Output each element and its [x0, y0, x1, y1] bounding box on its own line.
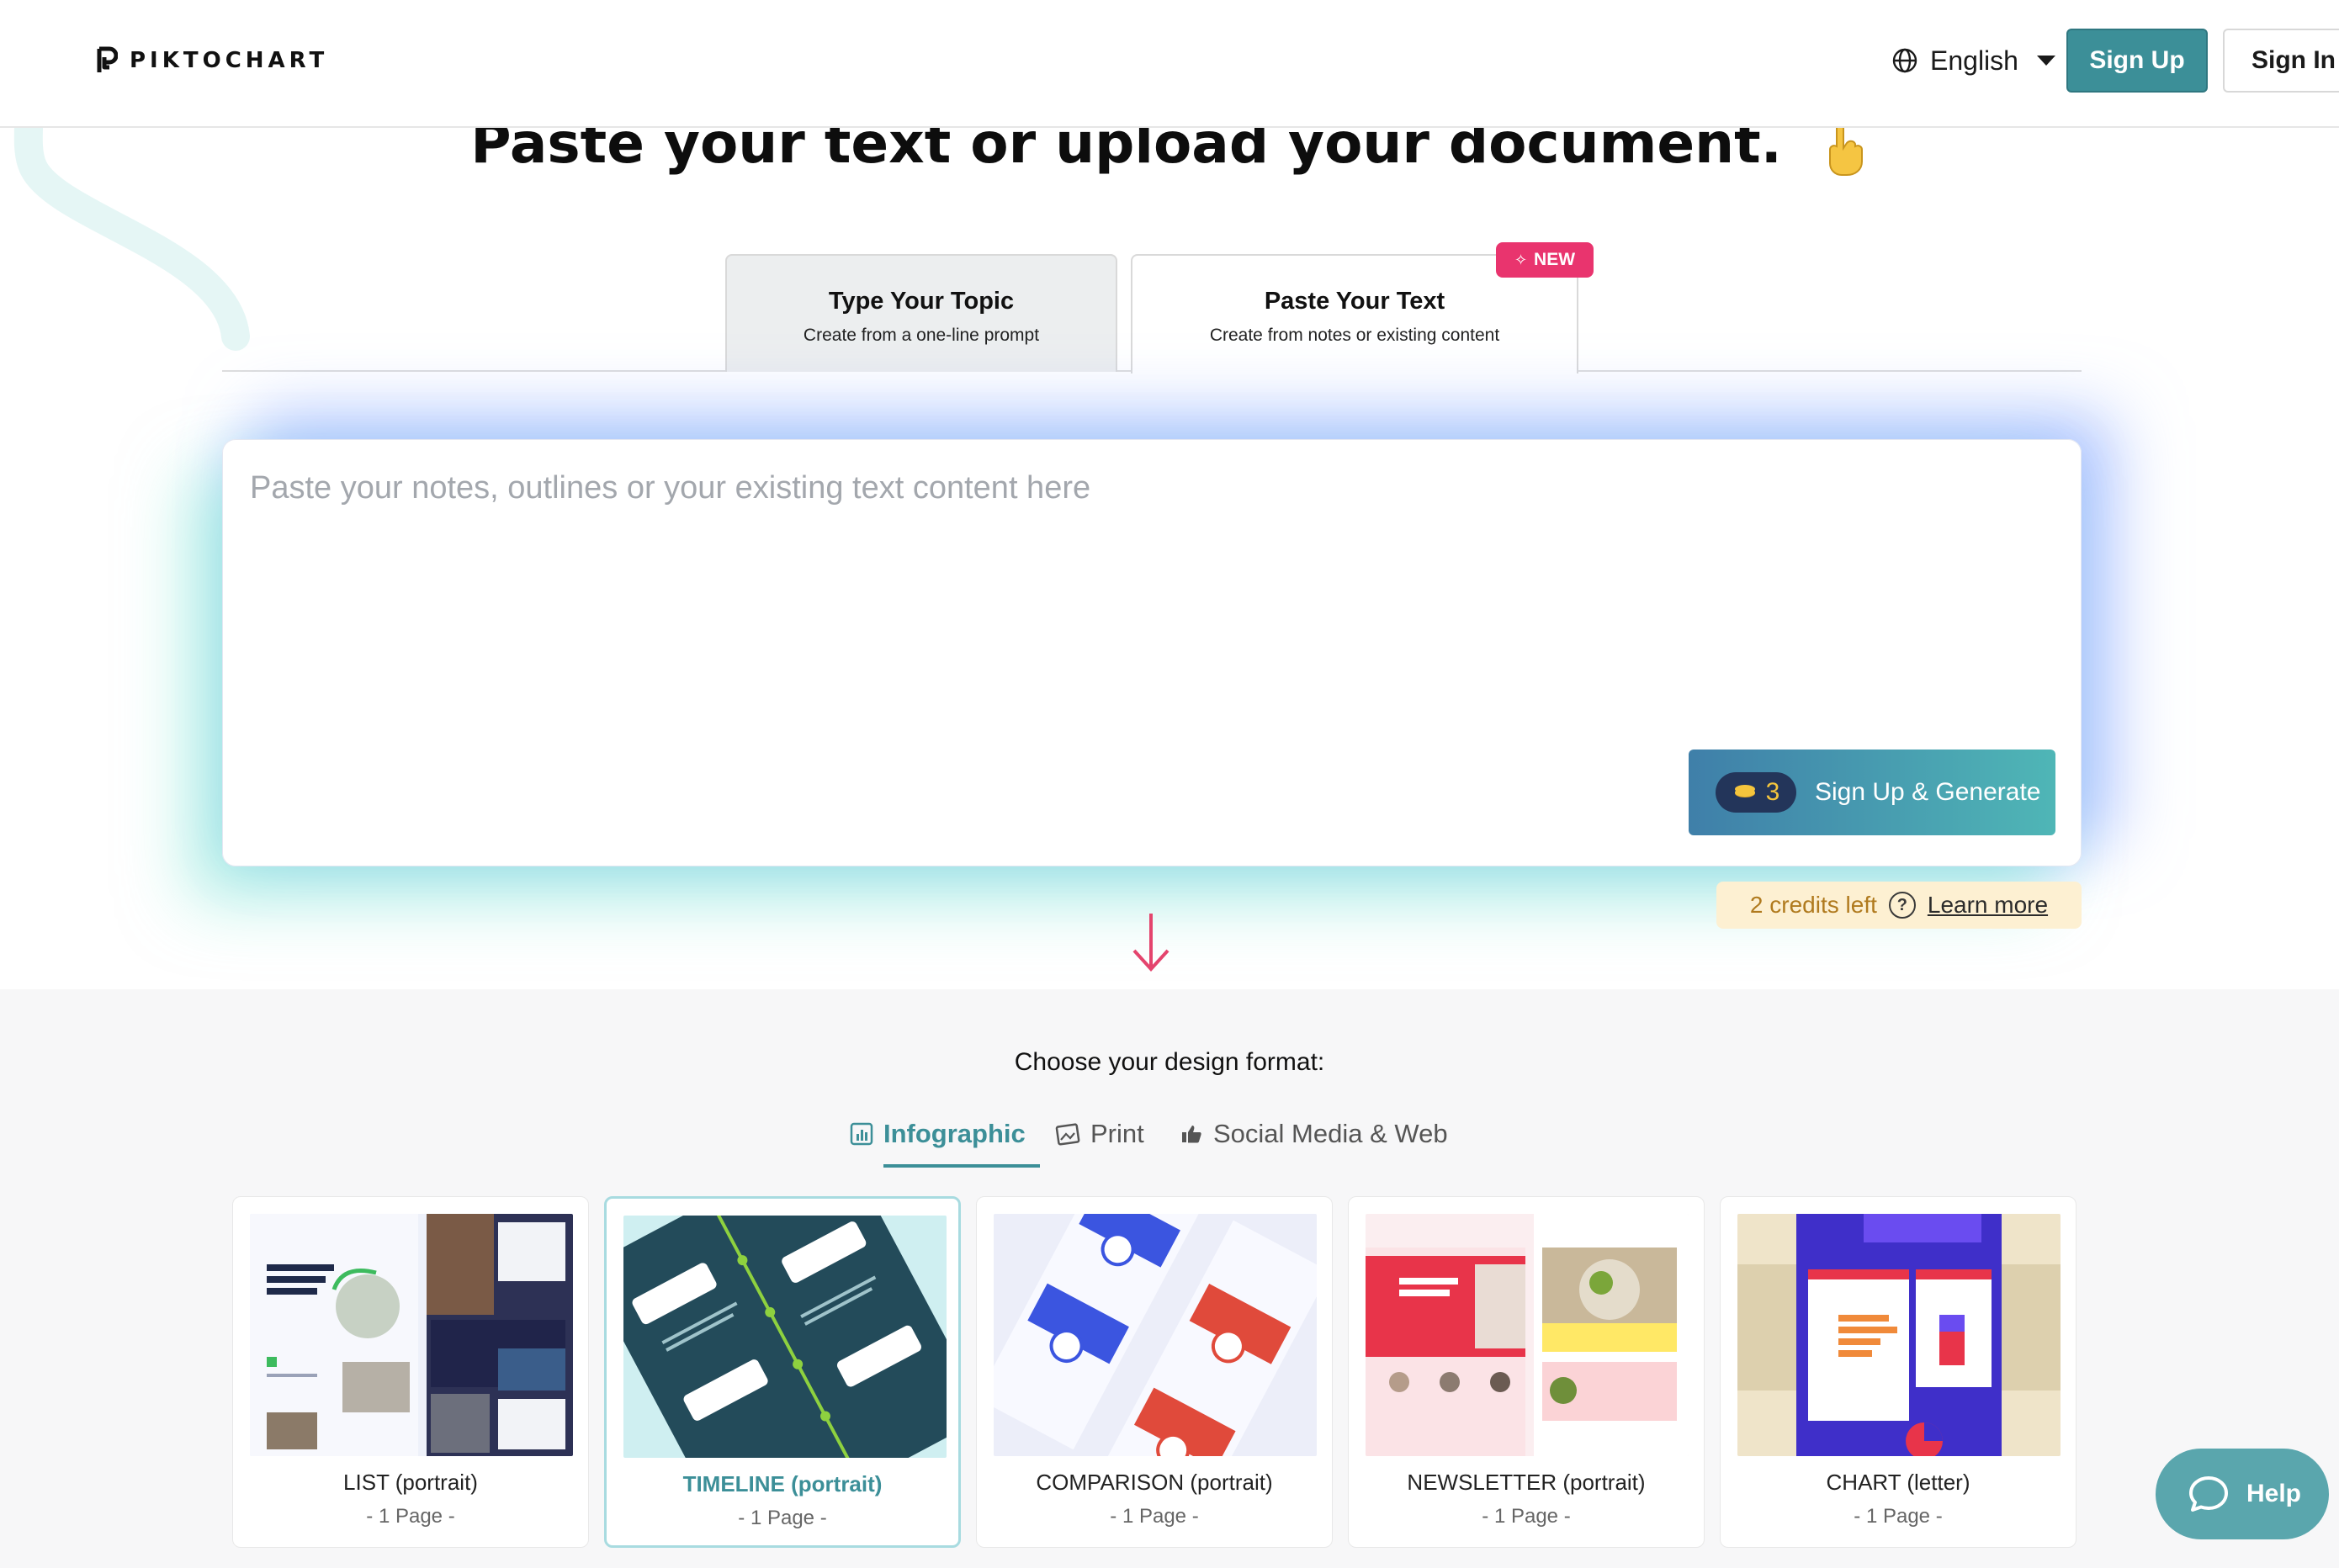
globe-icon	[1892, 48, 1917, 73]
help-button[interactable]: Help	[2156, 1449, 2329, 1539]
new-badge-label: NEW	[1534, 250, 1576, 269]
learn-more-link[interactable]: Learn more	[1928, 892, 2048, 919]
card-pages: - 1 Page -	[366, 1505, 455, 1528]
list-template-thumbnail	[250, 1214, 573, 1456]
card-pages: - 1 Page -	[1854, 1505, 1943, 1528]
format-tabs: Infographic Print Social Media & Web	[0, 1119, 2339, 1169]
template-card-timeline[interactable]: TIMELINE (portrait) - 1 Page -	[604, 1196, 961, 1548]
question-icon[interactable]: ?	[1888, 892, 1916, 919]
credits-left-banner: 2 credits left ? Learn more	[1716, 882, 2082, 929]
newsletter-template-thumbnail	[1366, 1214, 1689, 1456]
template-card-chart[interactable]: CHART (letter) - 1 Page -	[1720, 1196, 2076, 1548]
tab-type-your-topic[interactable]: Type Your Topic Create from a one-line p…	[725, 254, 1117, 372]
card-label: NEWSLETTER (portrait)	[1407, 1470, 1646, 1495]
logo-text: PIKTOCHART	[130, 48, 329, 73]
top-navigation-bar: PIKTOCHART English Sign Up Sign In	[0, 0, 2339, 128]
credits-left-text: 2 credits left	[1749, 892, 1877, 918]
signup-button[interactable]: Sign Up	[2066, 29, 2208, 93]
format-tab-label: Social Media & Web	[1213, 1119, 1448, 1148]
content-textarea[interactable]	[250, 470, 2050, 723]
image-icon	[1055, 1123, 1080, 1146]
text-input-card: 3 Sign Up & Generate	[222, 439, 2082, 866]
coin-icon	[1734, 785, 1755, 797]
signup-generate-button[interactable]: 3 Sign Up & Generate	[1689, 750, 2055, 835]
credit-cost: 3	[1765, 778, 1780, 806]
card-pages: - 1 Page -	[1110, 1505, 1199, 1528]
tab-subtitle: Create from notes or existing content	[1209, 326, 1500, 345]
arrow-down-icon	[1132, 914, 1170, 972]
tab-title: Type Your Topic	[828, 288, 1015, 315]
chat-icon	[2189, 1476, 2228, 1512]
tab-subtitle: Create from a one-line prompt	[803, 326, 1040, 345]
logo-mark-icon	[97, 46, 118, 72]
credit-cost-pill: 3	[1716, 772, 1796, 813]
format-tab-social-media-web[interactable]: Social Media & Web	[1180, 1119, 1448, 1149]
generate-label: Sign Up & Generate	[1815, 778, 2041, 806]
sparkle-icon: ✧	[1514, 251, 1528, 268]
format-tab-label: Print	[1090, 1119, 1144, 1148]
card-pages: - 1 Page -	[738, 1507, 827, 1529]
template-card-list[interactable]: LIST (portrait) - 1 Page -	[232, 1196, 589, 1548]
active-format-underline	[883, 1164, 1040, 1168]
piktochart-logo[interactable]: PIKTOCHART	[96, 45, 328, 76]
timeline-template-thumbnail	[623, 1216, 947, 1458]
format-tab-infographic[interactable]: Infographic	[850, 1119, 1026, 1149]
help-label: Help	[2246, 1480, 2302, 1507]
card-label: CHART (letter)	[1826, 1470, 1970, 1495]
format-tab-label: Infographic	[883, 1119, 1026, 1148]
card-pages: - 1 Page -	[1482, 1505, 1571, 1528]
new-badge: ✧ NEW	[1496, 242, 1594, 278]
chart-template-thumbnail	[1737, 1214, 2061, 1456]
tab-title: Paste Your Text	[1264, 288, 1445, 315]
template-card-comparison[interactable]: COMPARISON (portrait) - 1 Page -	[976, 1196, 1333, 1548]
card-label: COMPARISON (portrait)	[1036, 1470, 1273, 1495]
signin-button[interactable]: Sign In	[2223, 29, 2339, 93]
thumbs-up-icon	[1182, 1126, 1201, 1143]
template-card-newsletter[interactable]: NEWSLETTER (portrait) - 1 Page -	[1348, 1196, 1705, 1548]
card-label: TIMELINE (portrait)	[682, 1471, 883, 1496]
bar-chart-icon	[850, 1122, 873, 1146]
language-selector[interactable]: English	[1891, 42, 2055, 79]
card-label: LIST (portrait)	[343, 1470, 478, 1495]
format-heading: Choose your design format:	[1014, 1048, 1325, 1076]
comparison-template-thumbnail	[994, 1214, 1317, 1456]
format-tab-print[interactable]: Print	[1055, 1119, 1144, 1149]
caret-down-icon	[2036, 56, 2055, 66]
language-label: English	[1930, 45, 2018, 76]
